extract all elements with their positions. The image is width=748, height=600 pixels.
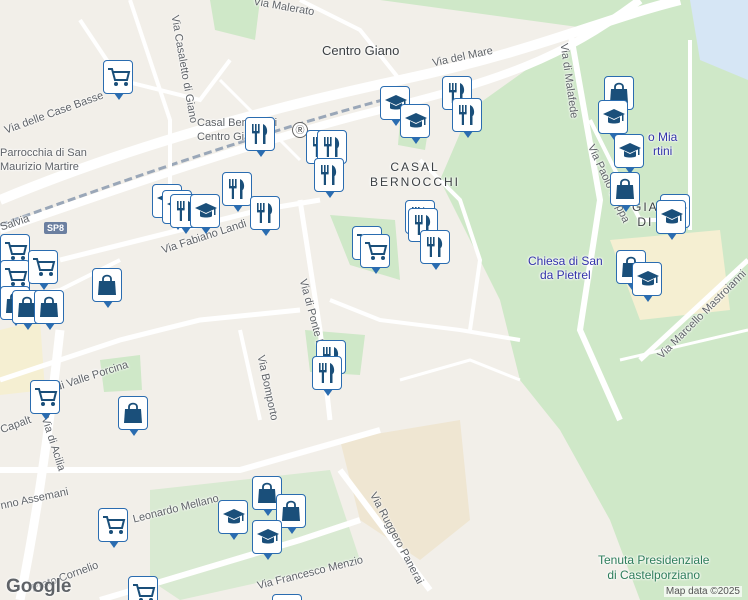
supermarket-pin[interactable] — [98, 508, 128, 548]
supermarket-pin[interactable] — [28, 250, 58, 290]
poi-label-parrocchia: Parrocchia di San Maurizio Martire — [0, 147, 87, 173]
area-label-centro-giano: Centro Giano — [322, 43, 400, 58]
map-copyright: Map data ©2025 — [663, 586, 742, 597]
school-pin[interactable] — [218, 500, 248, 540]
shopping-bag-pin[interactable] — [610, 172, 640, 212]
restaurant-pin[interactable] — [420, 230, 450, 270]
shopping-bag-pin[interactable] — [92, 268, 122, 308]
school-pin[interactable] — [598, 100, 628, 140]
beige-area-south — [340, 420, 470, 560]
supermarket-pin[interactable] — [128, 576, 158, 600]
poi-label-chiesa: Chiesa di San da Pietrel — [528, 254, 603, 282]
google-logo: Google — [6, 576, 72, 597]
supermarket-pin[interactable] — [30, 380, 60, 420]
shopping-bag-pin[interactable] — [118, 396, 148, 436]
school-pin[interactable] — [614, 134, 644, 174]
supermarket-pin[interactable] — [272, 594, 302, 600]
poi-label-tenuta: Tenuta Presidenziale di Castelporziano — [598, 553, 710, 582]
poi-label-mia-martini: o Mia rtini — [648, 130, 678, 158]
restaurant-pin[interactable] — [314, 158, 344, 198]
school-pin[interactable] — [252, 520, 282, 560]
school-pin[interactable] — [656, 200, 686, 240]
map-canvas[interactable]: Via Malerato Centro Giano Via del Mare V… — [0, 0, 748, 600]
restaurant-pin[interactable] — [452, 98, 482, 138]
restaurant-pin[interactable] — [312, 356, 342, 396]
area-label-casal-bernocchi: CASAL BERNOCCHI — [370, 160, 461, 189]
supermarket-pin[interactable] — [360, 234, 390, 274]
school-pin[interactable] — [400, 104, 430, 144]
road-shield-sp8: SP8 — [44, 222, 68, 234]
restaurant-pin[interactable] — [250, 196, 280, 236]
school-pin[interactable] — [190, 194, 220, 234]
supermarket-pin[interactable] — [103, 60, 133, 100]
school-pin[interactable] — [632, 262, 662, 302]
restaurant-pin[interactable] — [222, 172, 252, 212]
shopping-bag-pin[interactable] — [34, 290, 64, 330]
restaurant-pin[interactable] — [245, 117, 275, 157]
